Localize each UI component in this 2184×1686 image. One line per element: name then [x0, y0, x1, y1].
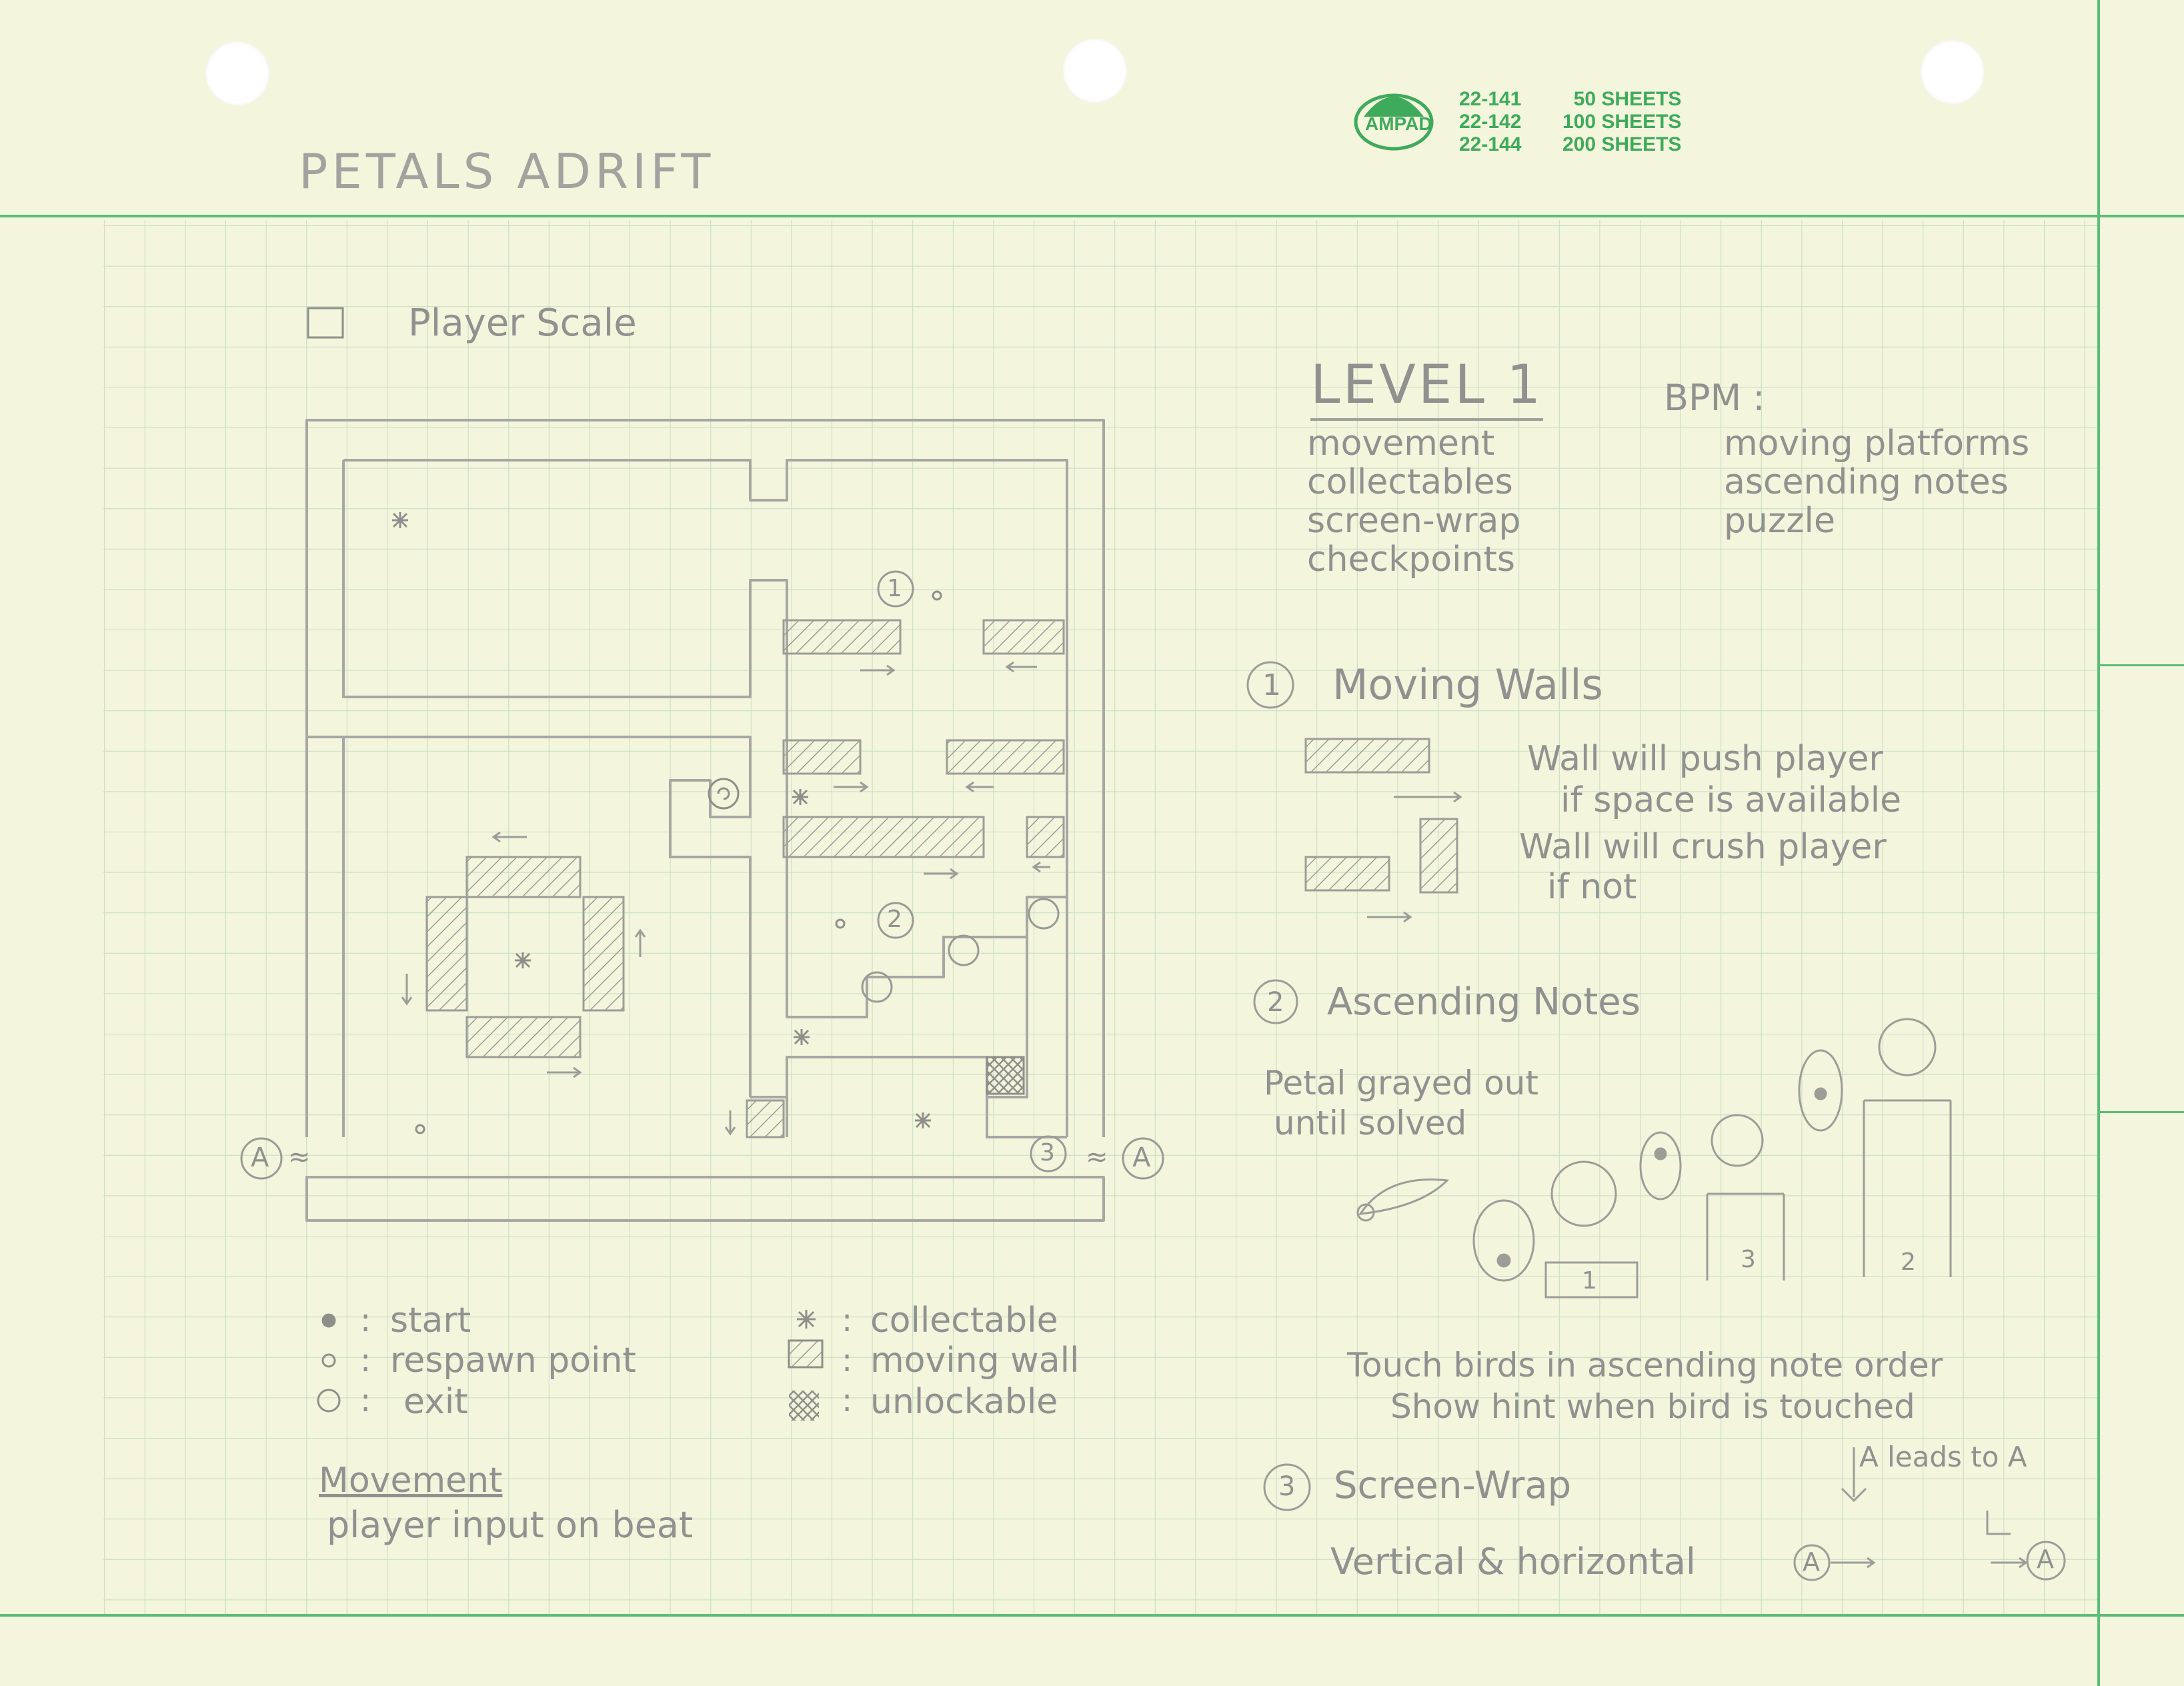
section3-heading: Screen-Wrap: [1334, 1464, 1572, 1507]
product-code: 22-141: [1459, 88, 1522, 110]
product-list: 22-141 50 SHEETS 22-142 100 SHEETS 22-14…: [1459, 88, 1681, 156]
wrap-to-label: A: [2037, 1545, 2054, 1574]
legend-colons: : : :: [360, 1302, 371, 1419]
product-code: 22-142: [1459, 111, 1522, 133]
legend-moving-wall: moving wall: [870, 1341, 1080, 1381]
wrap-mark-right: ≈: [1086, 1142, 1108, 1172]
section1-note-1: Wall will push player: [1527, 739, 1883, 779]
punch-hole-center: [1063, 39, 1127, 103]
feature-item: checkpoints: [1307, 540, 1515, 580]
wrap-label-left: A: [251, 1142, 269, 1173]
product-sheets: 100 SHEETS: [1562, 111, 1682, 133]
page-title: PETALS ADRIFT: [299, 143, 715, 199]
section1-note-4: if not: [1547, 867, 1637, 907]
map-marker-3: 3: [1040, 1139, 1055, 1166]
unlockable-block: [986, 1056, 1025, 1095]
pedestal-label: 3: [1741, 1246, 1756, 1273]
feature-item: collectables: [1307, 462, 1513, 502]
pedestal-label: 2: [1901, 1248, 1916, 1276]
player-scale-label: Player Scale: [408, 301, 637, 345]
legend-start: start: [390, 1301, 471, 1341]
legend-colons-right: : : :: [842, 1302, 853, 1419]
wrap-label-right: A: [1132, 1142, 1151, 1173]
product-sheets: 200 SHEETS: [1562, 133, 1682, 155]
features-right-list: moving platforms ascending notes puzzle: [1724, 424, 2029, 540]
legend-unlockable: unlockable: [870, 1382, 1058, 1422]
legend-exit: exit: [403, 1382, 468, 1422]
section2-note-1: Touch birds in ascending note order: [1347, 1346, 1943, 1385]
legend-respawn: respawn point: [390, 1341, 636, 1381]
wrap-arrow-note: A leads to A: [1859, 1441, 2027, 1473]
level-heading: LEVEL 1: [1310, 353, 1544, 421]
section1-note-3: Wall will crush player: [1519, 827, 1887, 867]
section1-number: 1: [1262, 668, 1281, 702]
section2-number: 2: [1267, 987, 1284, 1018]
movement-heading: Movement: [319, 1461, 503, 1501]
feature-item: movement: [1307, 424, 1495, 464]
product-code: 22-144: [1459, 133, 1522, 155]
wrap-mark-left: ≈: [288, 1142, 311, 1172]
feature-item: screen-wrap: [1307, 501, 1521, 541]
map-marker-2: 2: [887, 906, 902, 933]
map-marker-1: 1: [887, 575, 902, 602]
wrap-from-label: A: [1803, 1547, 1820, 1577]
punch-hole-left: [205, 41, 269, 105]
feature-item: ascending notes: [1724, 462, 2009, 502]
ampad-logo-text: AMPAD: [1365, 113, 1432, 134]
petal-note-1: Petal grayed out: [1264, 1064, 1538, 1102]
movement-note: player input on beat: [327, 1504, 694, 1546]
feature-item: puzzle: [1724, 501, 1835, 541]
feature-item: moving platforms: [1724, 424, 2030, 464]
section1-heading: Moving Walls: [1332, 660, 1603, 709]
section3-note: Vertical & horizontal: [1330, 1541, 1696, 1583]
section3-number: 3: [1278, 1471, 1296, 1502]
punch-hole-right: [1921, 40, 1985, 104]
petal-note-2: until solved: [1274, 1104, 1467, 1142]
section1-note-2: if space is available: [1560, 780, 1902, 820]
section2-heading: Ascending Notes: [1327, 980, 1641, 1024]
pedestal-label: 1: [1582, 1267, 1597, 1295]
features-left-list: movement collectables screen-wrap checkp…: [1307, 424, 1520, 579]
product-sheets: 50 SHEETS: [1573, 88, 1682, 110]
bpm-label: BPM :: [1664, 377, 1765, 419]
legend-collectable: collectable: [870, 1301, 1058, 1341]
section2-note-2: Show hint when bird is touched: [1390, 1387, 1915, 1426]
